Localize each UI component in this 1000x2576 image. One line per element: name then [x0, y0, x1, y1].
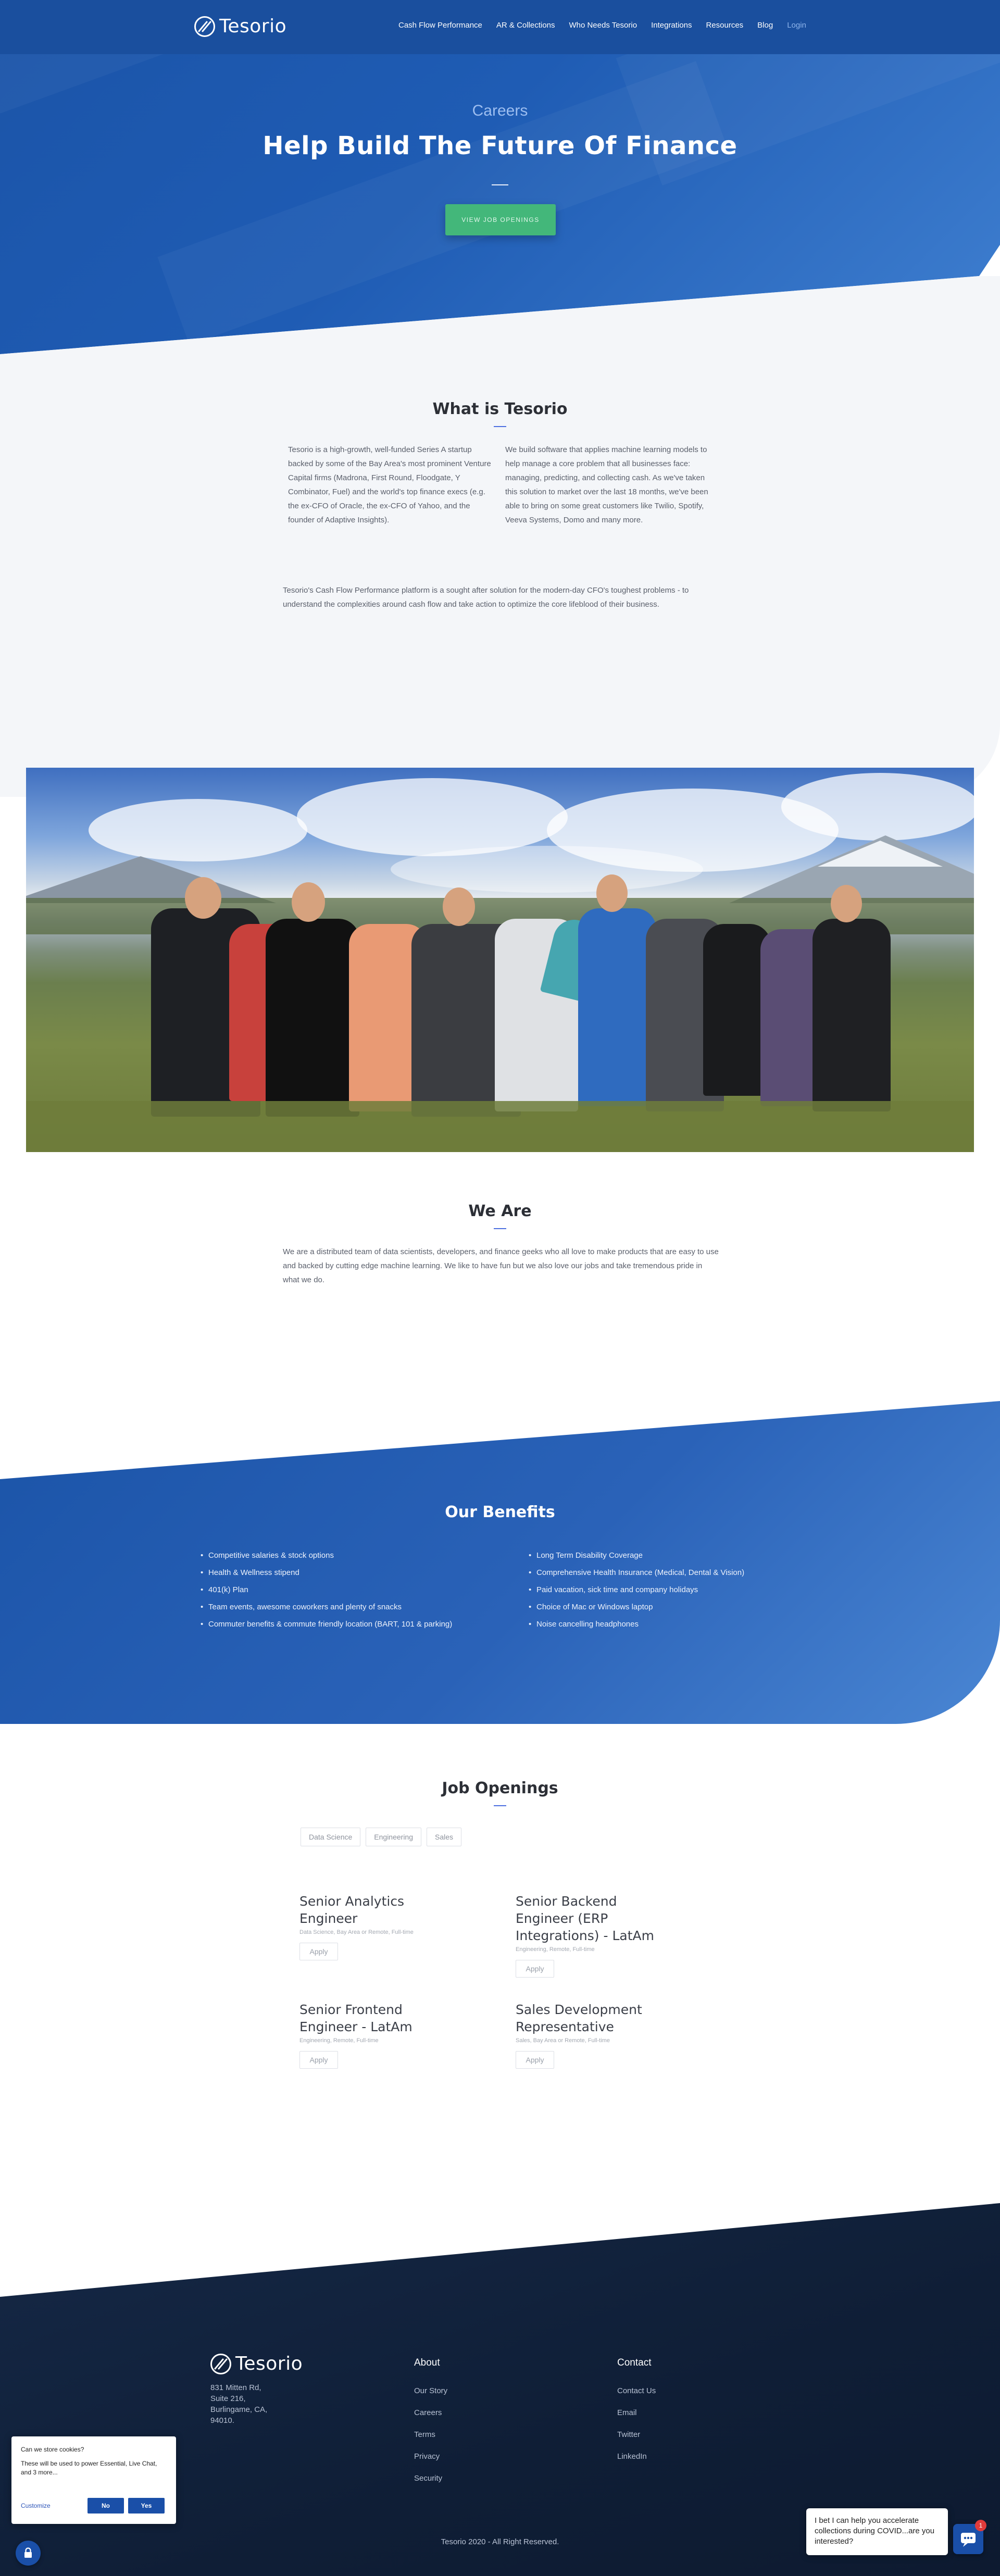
- address-line: 831 Mitten Rd,: [210, 2383, 261, 2392]
- benefits-list-right: Long Term Disability Coverage Comprehens…: [529, 1547, 820, 1633]
- benefit-item: Health & Wellness stipend: [201, 1564, 492, 1581]
- job-card: Senior Frontend Engineer - LatAm Enginee…: [299, 2001, 456, 2069]
- footer-link-twitter[interactable]: Twitter: [617, 2430, 640, 2439]
- chat-message-bubble[interactable]: I bet I can help you accelerate collecti…: [806, 2508, 948, 2555]
- footer-link-contact-us[interactable]: Contact Us: [617, 2386, 656, 2395]
- benefit-item: Paid vacation, sick time and company hol…: [529, 1581, 820, 1598]
- footer-address: 831 Mitten Rd, Suite 216, Burlingame, CA…: [210, 2382, 267, 2426]
- benefit-item: Choice of Mac or Windows laptop: [529, 1598, 820, 1616]
- logo-mark-icon: [210, 2353, 231, 2374]
- benefit-item: Comprehensive Health Insurance (Medical,…: [529, 1564, 820, 1581]
- apply-button[interactable]: Apply: [299, 2051, 338, 2069]
- job-card: Senior Analytics Engineer Data Science, …: [299, 1893, 456, 1960]
- we-are-title: We Are: [468, 1202, 532, 1220]
- job-title[interactable]: Senior Analytics Engineer: [299, 1893, 456, 1927]
- brand-logo[interactable]: Tesorio: [194, 16, 286, 37]
- job-meta: Engineering, Remote, Full-time: [299, 2037, 379, 2044]
- job-title[interactable]: Sales Development Representative: [516, 2001, 672, 2035]
- footer-link-privacy[interactable]: Privacy: [414, 2452, 440, 2461]
- benefit-item: Noise cancelling headphones: [529, 1616, 820, 1633]
- nav-links: Cash Flow Performance AR & Collections W…: [398, 21, 806, 30]
- job-filters: Data Science Engineering Sales: [301, 1828, 462, 1846]
- job-card: Sales Development Representative Sales, …: [516, 2001, 672, 2069]
- page-title: Help Build The Future Of Finance: [262, 131, 738, 160]
- benefit-item: Long Term Disability Coverage: [529, 1547, 820, 1564]
- benefits-section: [0, 1401, 1000, 1724]
- footer-link-linkedin[interactable]: LinkedIn: [617, 2452, 647, 2461]
- team-photo: [26, 768, 974, 1152]
- apply-button[interactable]: Apply: [516, 1960, 554, 1978]
- job-openings-title: Job Openings: [442, 1779, 558, 1797]
- job-meta: Data Science, Bay Area or Remote, Full-t…: [299, 1929, 414, 1935]
- what-is-column-1: Tesorio is a high-growth, well-funded Se…: [288, 445, 491, 524]
- what-is-column-2: We build software that applies machine l…: [505, 445, 708, 524]
- benefit-item: 401(k) Plan: [201, 1581, 492, 1598]
- apply-button[interactable]: Apply: [299, 1943, 338, 1960]
- footer-link-email[interactable]: Email: [617, 2408, 637, 2417]
- nav-login[interactable]: Login: [787, 21, 806, 30]
- benefit-item: Competitive salaries & stock options: [201, 1547, 492, 1564]
- cookie-title: Can we store cookies?: [21, 2446, 84, 2453]
- chat-notification-badge: 1: [975, 2520, 986, 2531]
- address-line: Burlingame, CA,: [210, 2405, 268, 2414]
- nav-cash-flow-performance[interactable]: Cash Flow Performance: [398, 21, 482, 30]
- cookie-customize-link[interactable]: Customize: [21, 2502, 51, 2509]
- cookie-yes-button[interactable]: Yes: [128, 2498, 165, 2514]
- footer-contact-title: Contact: [617, 2357, 652, 2368]
- filter-data-science[interactable]: Data Science: [301, 1828, 361, 1846]
- we-are-paragraph: We are a distributed team of data scient…: [283, 1247, 719, 1284]
- cookie-consent-dialog: Can we store cookies? These will be used…: [11, 2436, 176, 2524]
- job-title[interactable]: Senior Backend Engineer (ERP Integration…: [516, 1893, 672, 1944]
- benefits-list-left: Competitive salaries & stock options Hea…: [201, 1547, 492, 1633]
- footer-link-our-story[interactable]: Our Story: [414, 2386, 447, 2395]
- cookie-text: These will be used to power Essential, L…: [21, 2460, 157, 2476]
- benefits-title: Our Benefits: [445, 1503, 555, 1521]
- job-openings-divider: [494, 1805, 506, 1806]
- hero-kicker: Careers: [472, 102, 528, 119]
- filter-sales[interactable]: Sales: [427, 1828, 462, 1846]
- what-is-paragraph: Tesorio's Cash Flow Performance platform…: [283, 586, 689, 609]
- footer-link-security[interactable]: Security: [414, 2474, 442, 2483]
- benefit-item: Team events, awesome coworkers and plent…: [201, 1598, 492, 1616]
- logo-mark-icon: [194, 16, 215, 37]
- we-are-divider: [494, 1228, 506, 1229]
- footer-logo[interactable]: Tesorio: [210, 2353, 303, 2374]
- address-line: 94010.: [210, 2416, 234, 2425]
- what-is-title: What is Tesorio: [432, 400, 568, 418]
- cookie-no-button[interactable]: No: [88, 2498, 124, 2514]
- nav-integrations[interactable]: Integrations: [651, 21, 692, 30]
- what-is-divider: [494, 426, 506, 427]
- apply-button[interactable]: Apply: [516, 2051, 554, 2069]
- cookie-settings-button[interactable]: [16, 2541, 41, 2566]
- brand-name: Tesorio: [219, 16, 287, 37]
- job-card: Senior Backend Engineer (ERP Integration…: [516, 1893, 672, 1978]
- filter-engineering[interactable]: Engineering: [366, 1828, 422, 1846]
- job-title[interactable]: Senior Frontend Engineer - LatAm: [299, 2001, 456, 2035]
- view-job-openings-button[interactable]: View Job Openings: [445, 204, 556, 235]
- footer-link-careers[interactable]: Careers: [414, 2408, 442, 2417]
- footer-brand-name: Tesorio: [235, 2353, 303, 2374]
- address-line: Suite 216,: [210, 2394, 246, 2403]
- nav-blog[interactable]: Blog: [757, 21, 773, 30]
- lock-icon: [24, 2547, 32, 2558]
- footer-about-title: About: [414, 2357, 440, 2368]
- what-is-background: [0, 276, 1000, 797]
- nav-resources[interactable]: Resources: [706, 21, 743, 30]
- nav-ar-collections[interactable]: AR & Collections: [496, 21, 555, 30]
- footer-link-terms[interactable]: Terms: [414, 2430, 435, 2439]
- nav-who-needs-tesorio[interactable]: Who Needs Tesorio: [569, 21, 637, 30]
- hero-divider: [492, 184, 508, 185]
- job-meta: Engineering, Remote, Full-time: [516, 1946, 595, 1953]
- benefit-item: Commuter benefits & commute friendly loc…: [201, 1616, 492, 1633]
- job-meta: Sales, Bay Area or Remote, Full-time: [516, 2037, 610, 2044]
